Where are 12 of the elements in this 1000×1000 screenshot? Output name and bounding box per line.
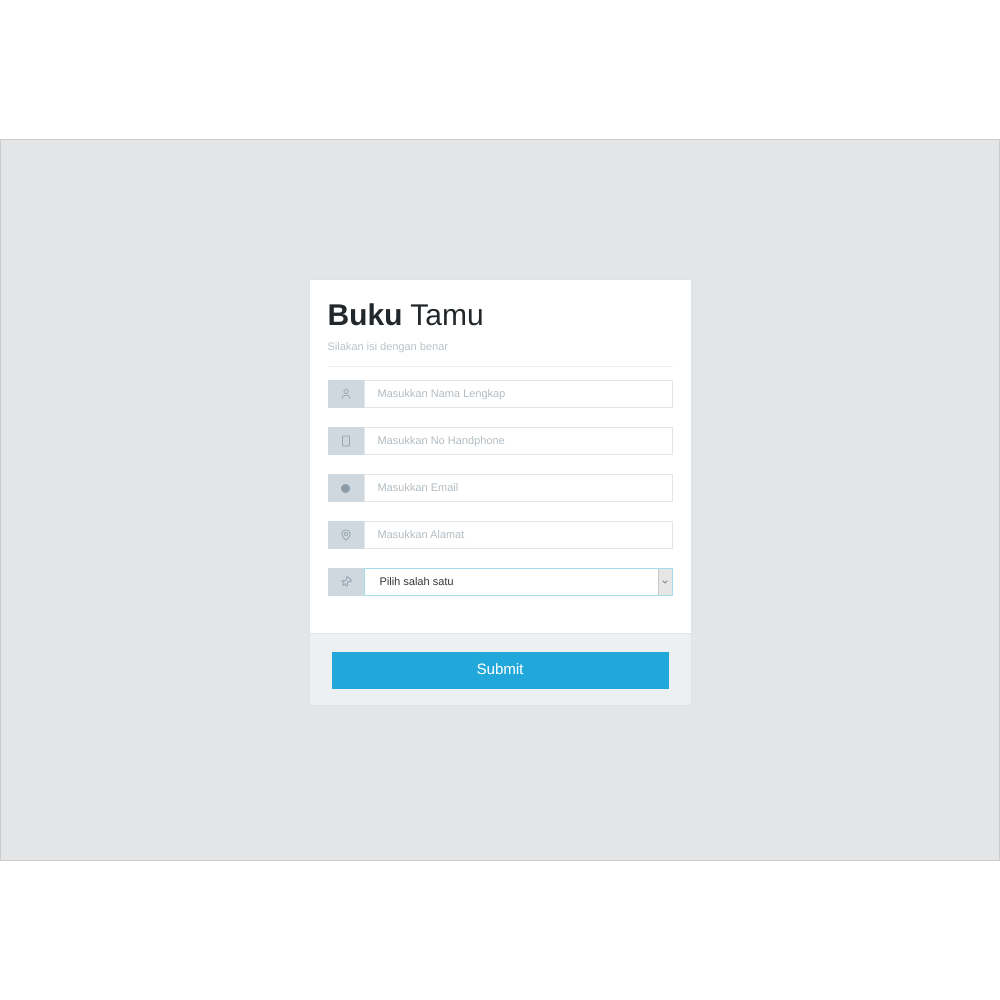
input-field[interactable]: Masukkan Alamat — [364, 521, 672, 549]
select-field[interactable]: Pilih salah satu — [364, 568, 672, 596]
input-field[interactable]: Masukkan Email — [364, 474, 672, 502]
form-title: Buku Tamu — [328, 298, 485, 334]
circle-icon — [341, 484, 350, 492]
phone-icon — [340, 435, 352, 447]
input-field[interactable]: Masukkan Nama Lengkap — [364, 380, 672, 408]
input-field[interactable]: Masukkan No Handphone — [364, 427, 672, 455]
form-subtitle: Silakan isi dengan benar — [328, 340, 449, 354]
map-pin-icon — [340, 529, 352, 541]
caret-icon — [661, 578, 669, 586]
user-icon — [340, 388, 352, 400]
